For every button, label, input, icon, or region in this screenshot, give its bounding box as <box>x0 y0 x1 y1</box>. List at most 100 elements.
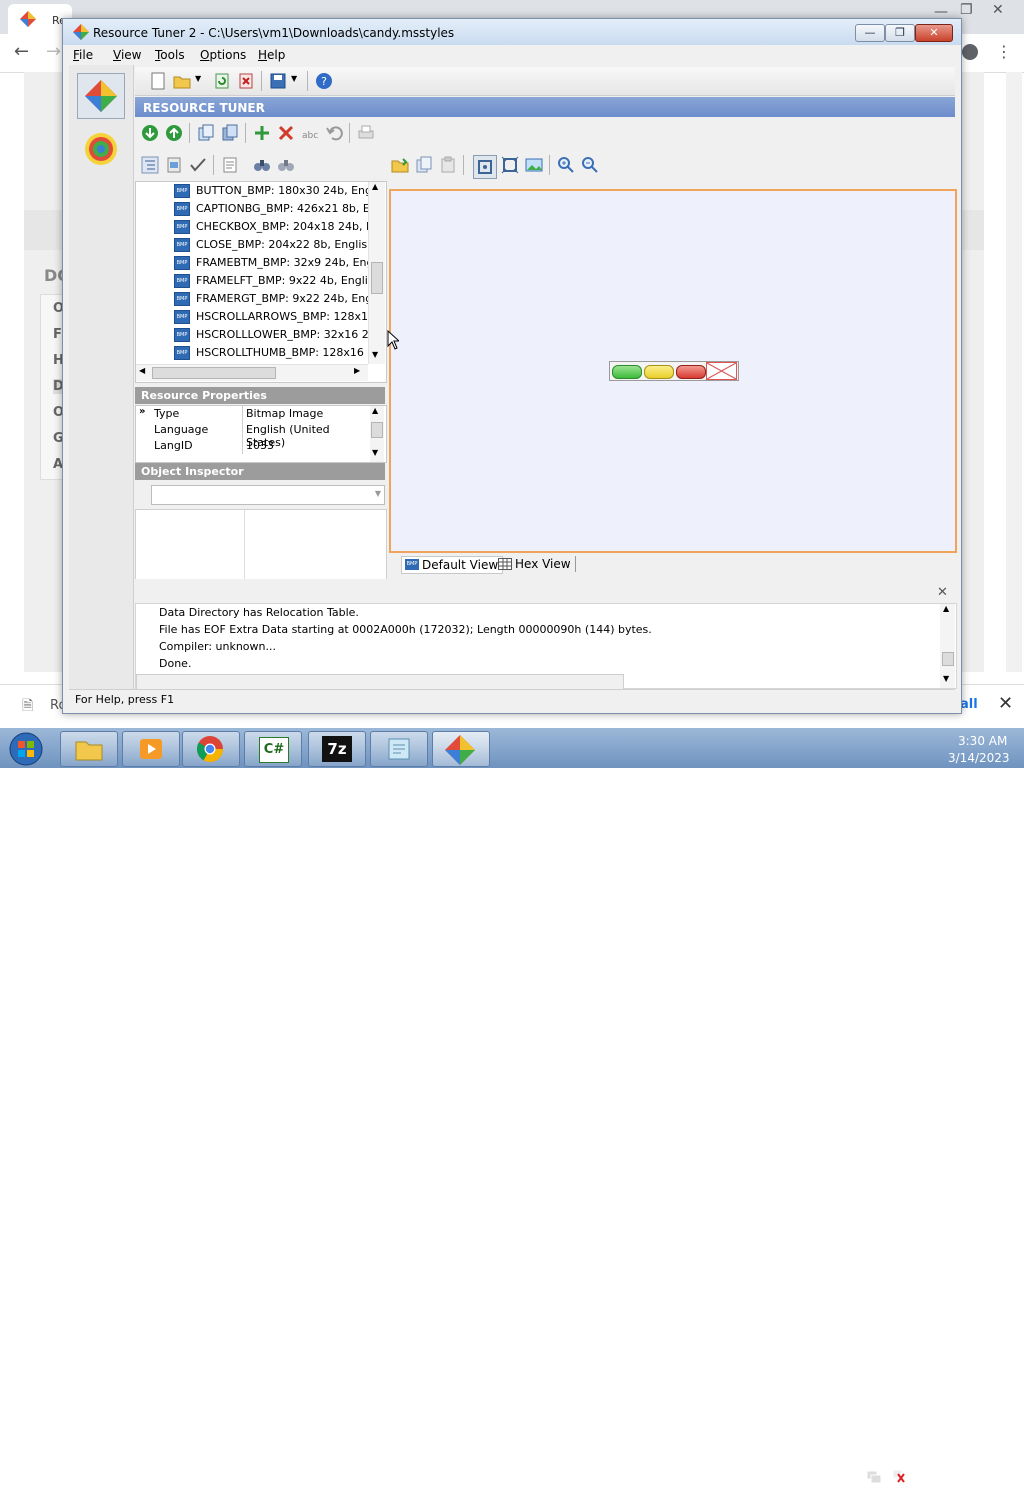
tree-item[interactable]: BMP BUTTON_BMP: 180x30 24b, English <box>174 182 370 200</box>
open-dropdown-icon[interactable]: ▼ <box>195 74 201 83</box>
duplicate-resource-icon[interactable] <box>221 124 239 142</box>
help-icon[interactable]: ? <box>315 72 333 90</box>
clock-time[interactable]: 3:30 AM <box>958 734 1007 748</box>
tree-item[interactable]: BMP FRAMEBTM_BMP: 32x9 24b, English <box>174 254 370 272</box>
scroll-up-arrow-icon[interactable]: ▲ <box>372 182 378 191</box>
scroll-down-arrow-icon[interactable]: ▼ <box>372 448 378 457</box>
actual-size-icon[interactable] <box>501 156 519 174</box>
clock-date[interactable]: 3/14/2023 <box>948 751 1010 765</box>
resource-tuner-rail-button[interactable] <box>77 73 125 119</box>
window-titlebar[interactable]: Resource Tuner 2 - C:\Users\vm1\Download… <box>63 19 961 45</box>
log-close-icon[interactable]: ✕ <box>937 585 948 600</box>
property-row[interactable]: LangID 1033 <box>136 438 370 454</box>
menu-help[interactable]: Help <box>258 48 285 62</box>
browser-side-item[interactable]: F <box>53 327 62 342</box>
fit-image-icon[interactable] <box>473 155 497 179</box>
print-icon[interactable] <box>357 124 375 142</box>
taskbar-explorer-button[interactable] <box>60 731 118 767</box>
object-inspector-combobox[interactable]: ▼ <box>151 485 385 505</box>
tab-hex-view[interactable]: Hex View <box>495 556 576 572</box>
find-icon[interactable] <box>253 156 271 174</box>
tree-item[interactable]: BMP FRAMELFT_BMP: 9x22 4b, English <box>174 272 370 290</box>
kebab-menu-icon[interactable]: ⋮ <box>996 42 1012 61</box>
properties-scrollbar[interactable]: ▲ ▼ <box>370 406 384 462</box>
close-button[interactable]: ✕ <box>915 24 953 42</box>
menu-file[interactable]: File <box>73 48 93 62</box>
forward-arrow-icon[interactable]: → <box>46 41 61 62</box>
menu-view[interactable]: View <box>113 48 141 62</box>
move-down-icon[interactable] <box>141 124 159 142</box>
undo-icon[interactable] <box>325 124 343 142</box>
reload-icon[interactable] <box>213 72 231 90</box>
taskbar-csharp-button[interactable]: C# <box>244 731 302 767</box>
scroll-left-arrow-icon[interactable]: ◀ <box>139 366 145 375</box>
taskbar-chrome-button[interactable] <box>182 731 240 767</box>
new-file-icon[interactable] <box>149 72 167 90</box>
scroll-up-arrow-icon[interactable]: ▲ <box>943 604 949 613</box>
menu-tools[interactable]: Tools <box>155 48 185 62</box>
check-resources-icon[interactable] <box>189 156 207 174</box>
rainbow-tool-rail-button[interactable] <box>83 131 119 167</box>
paste-icon[interactable] <box>439 156 457 174</box>
tree-item[interactable]: BMP CHECKBOX_BMP: 204x18 24b, English <box>174 218 370 236</box>
tree-view-icon[interactable] <box>141 156 159 174</box>
browser-scrollbar[interactable] <box>1006 72 1022 672</box>
volume-speaker-icon[interactable] <box>914 1468 930 1484</box>
properties-scroll-thumb[interactable] <box>371 422 383 438</box>
rename-resource-icon[interactable]: abc <box>301 124 319 142</box>
show-hidden-icons-icon[interactable]: ▲ <box>846 1468 853 1478</box>
tree-item[interactable]: BMP HSCROLLARROWS_BMP: 128x16 8 <box>174 308 370 326</box>
zoom-out-icon[interactable] <box>581 156 599 174</box>
profile-avatar-icon[interactable] <box>962 44 978 60</box>
maximize-button[interactable]: ❐ <box>885 24 915 42</box>
tree-vertical-scrollbar[interactable]: ▲ ▼ <box>368 182 385 364</box>
move-up-icon[interactable] <box>165 124 183 142</box>
tree-scroll-thumb[interactable] <box>371 262 383 294</box>
back-arrow-icon[interactable]: ← <box>14 41 29 62</box>
open-image-icon[interactable] <box>391 156 409 174</box>
tab-default-view[interactable]: BMP Default View <box>401 556 504 574</box>
open-folder-icon[interactable] <box>173 72 191 90</box>
browser-restore-icon[interactable]: ❐ <box>960 2 973 18</box>
resource-report-icon[interactable] <box>221 156 239 174</box>
taskbar-7zip-button[interactable]: 7z <box>308 731 366 767</box>
save-disk-icon[interactable] <box>269 72 287 90</box>
browser-close-icon[interactable]: ✕ <box>992 2 1004 18</box>
copy-resource-icon[interactable] <box>197 124 215 142</box>
taskbar-notepad-button[interactable] <box>370 731 428 767</box>
scroll-down-arrow-icon[interactable]: ▼ <box>943 674 949 683</box>
tree-item[interactable]: BMP FRAMERGT_BMP: 9x22 24b, English <box>174 290 370 308</box>
start-button-windows-icon[interactable] <box>4 729 44 767</box>
download-bar-close-icon[interactable]: ✕ <box>998 693 1013 714</box>
property-row[interactable]: » Type Bitmap Image <box>136 406 370 422</box>
chevron-down-icon[interactable]: ▼ <box>375 489 381 498</box>
tree-hscroll-thumb[interactable] <box>152 367 276 379</box>
tree-item[interactable]: BMP HSCROLLTHUMB_BMP: 128x16 24 <box>174 344 370 362</box>
scroll-up-arrow-icon[interactable]: ▲ <box>372 406 378 415</box>
network-icon[interactable] <box>866 1468 882 1484</box>
save-dropdown-icon[interactable]: ▼ <box>291 74 297 83</box>
action-center-flag-icon[interactable] <box>890 1468 906 1484</box>
close-file-icon[interactable] <box>237 72 255 90</box>
log-scrollbar[interactable]: ▲ ▼ <box>940 604 955 688</box>
taskbar-media-player-button[interactable] <box>122 731 180 767</box>
minimize-button[interactable]: — <box>855 24 885 42</box>
tree-item[interactable]: BMP CLOSE_BMP: 204x22 8b, English (U <box>174 236 370 254</box>
find-next-icon[interactable] <box>277 156 295 174</box>
scroll-right-arrow-icon[interactable]: ▶ <box>354 366 360 375</box>
show-all-link[interactable]: all <box>960 697 978 712</box>
copy-icon[interactable] <box>415 156 433 174</box>
tree-horizontal-scrollbar[interactable]: ◀ ▶ <box>136 364 368 381</box>
log-scroll-thumb[interactable] <box>942 652 954 666</box>
property-row[interactable]: Language English (United States) <box>136 422 370 449</box>
zoom-in-icon[interactable] <box>557 156 575 174</box>
menu-options[interactable]: Options <box>200 48 246 62</box>
delete-resource-icon[interactable] <box>277 124 295 142</box>
log-splitter[interactable] <box>135 579 955 587</box>
taskbar-resource-tuner-button[interactable] <box>432 731 490 767</box>
image-list-icon[interactable] <box>165 156 183 174</box>
add-resource-icon[interactable] <box>253 124 271 142</box>
scroll-down-arrow-icon[interactable]: ▼ <box>372 350 378 359</box>
tree-item[interactable]: BMP CAPTIONBG_BMP: 426x21 8b, English <box>174 200 370 218</box>
image-picture-icon[interactable] <box>525 156 543 174</box>
